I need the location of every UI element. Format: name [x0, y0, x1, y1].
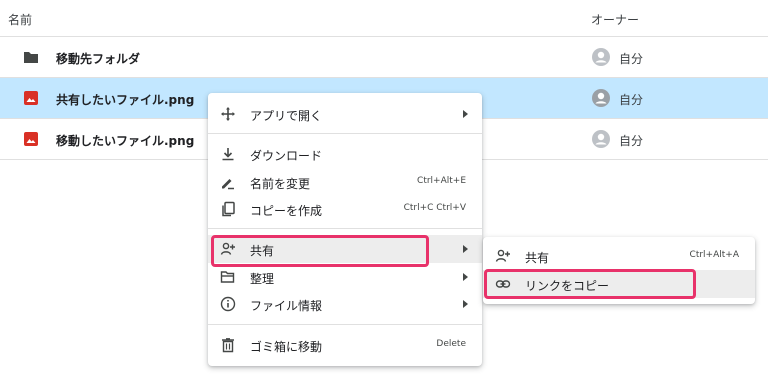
- file-name: 共有したいファイル.png: [56, 93, 195, 107]
- share-highlight-annotation: [211, 235, 429, 267]
- menu-item-shortcut: Delete: [436, 339, 466, 349]
- menu-item-shortcut: Ctrl+C Ctrl+V: [403, 203, 466, 213]
- trash-icon: [222, 338, 234, 353]
- submenu-arrow-icon: [463, 245, 468, 253]
- copy-link-highlight-annotation: [484, 269, 696, 299]
- owner-avatar-icon: [592, 130, 610, 148]
- file-list-header: 名前 オーナー: [0, 0, 768, 37]
- menu-item-label: アプリで開く: [250, 109, 323, 123]
- menu-item-label: 共有: [525, 251, 550, 265]
- file-name: 移動先フォルダ: [56, 52, 141, 66]
- folder-open-icon: [220, 271, 235, 283]
- file-row[interactable]: 移動先フォルダ 自分: [0, 37, 768, 78]
- menu-item-download[interactable]: ダウンロード: [208, 140, 482, 168]
- copy-icon: [222, 201, 235, 217]
- menu-item-shortcut: Ctrl+Alt+A: [689, 250, 739, 260]
- owner-avatar-icon: [592, 89, 610, 107]
- drive-file-list-page: 名前 オーナー 移動先フォルダ 自分 共有したいファイル.png 自分 移動した…: [0, 0, 768, 388]
- share-person-add-icon: [495, 249, 510, 262]
- menu-item-move-to-trash[interactable]: ゴミ箱に移動 Delete: [208, 331, 482, 359]
- owner-column-header[interactable]: オーナー: [591, 11, 639, 28]
- file-name: 移動したいファイル.png: [56, 134, 195, 148]
- context-menu: アプリで開く ダウンロード 名前を変更 Ctrl+Alt+E コピーを作成 Ct…: [208, 93, 482, 366]
- menu-divider: [208, 324, 482, 325]
- folder-icon: [24, 52, 38, 63]
- rename-icon: [222, 179, 234, 190]
- submenu-item-share[interactable]: 共有 Ctrl+Alt+A: [483, 242, 755, 270]
- submenu-arrow-icon: [463, 273, 468, 281]
- menu-item-organize[interactable]: 整理: [208, 263, 482, 291]
- image-file-icon: [24, 132, 38, 146]
- info-icon: [220, 296, 236, 312]
- owner-name: 自分: [619, 134, 644, 148]
- owner-name: 自分: [619, 52, 644, 66]
- menu-item-rename[interactable]: 名前を変更 Ctrl+Alt+E: [208, 168, 482, 196]
- menu-item-shortcut: Ctrl+Alt+E: [417, 176, 466, 186]
- menu-item-label: ゴミ箱に移動: [250, 340, 323, 354]
- menu-item-label: 名前を変更: [250, 177, 311, 191]
- menu-divider: [208, 228, 482, 229]
- open-with-icon: [221, 107, 235, 121]
- owner-name: 自分: [619, 93, 644, 107]
- menu-item-label: コピーを作成: [250, 204, 323, 218]
- submenu-arrow-icon: [463, 300, 468, 308]
- download-icon: [222, 148, 234, 161]
- menu-divider: [208, 133, 482, 134]
- menu-item-label: ファイル情報: [250, 299, 323, 313]
- image-file-icon: [24, 91, 38, 105]
- menu-item-label: ダウンロード: [250, 149, 323, 163]
- name-column-header[interactable]: 名前: [8, 11, 32, 28]
- owner-avatar-icon: [592, 48, 610, 66]
- submenu-arrow-icon: [463, 110, 468, 118]
- menu-item-make-copy[interactable]: コピーを作成 Ctrl+C Ctrl+V: [208, 195, 482, 223]
- menu-item-open-with[interactable]: アプリで開く: [208, 100, 482, 128]
- menu-item-label: 整理: [250, 272, 275, 286]
- menu-item-file-info[interactable]: ファイル情報: [208, 290, 482, 318]
